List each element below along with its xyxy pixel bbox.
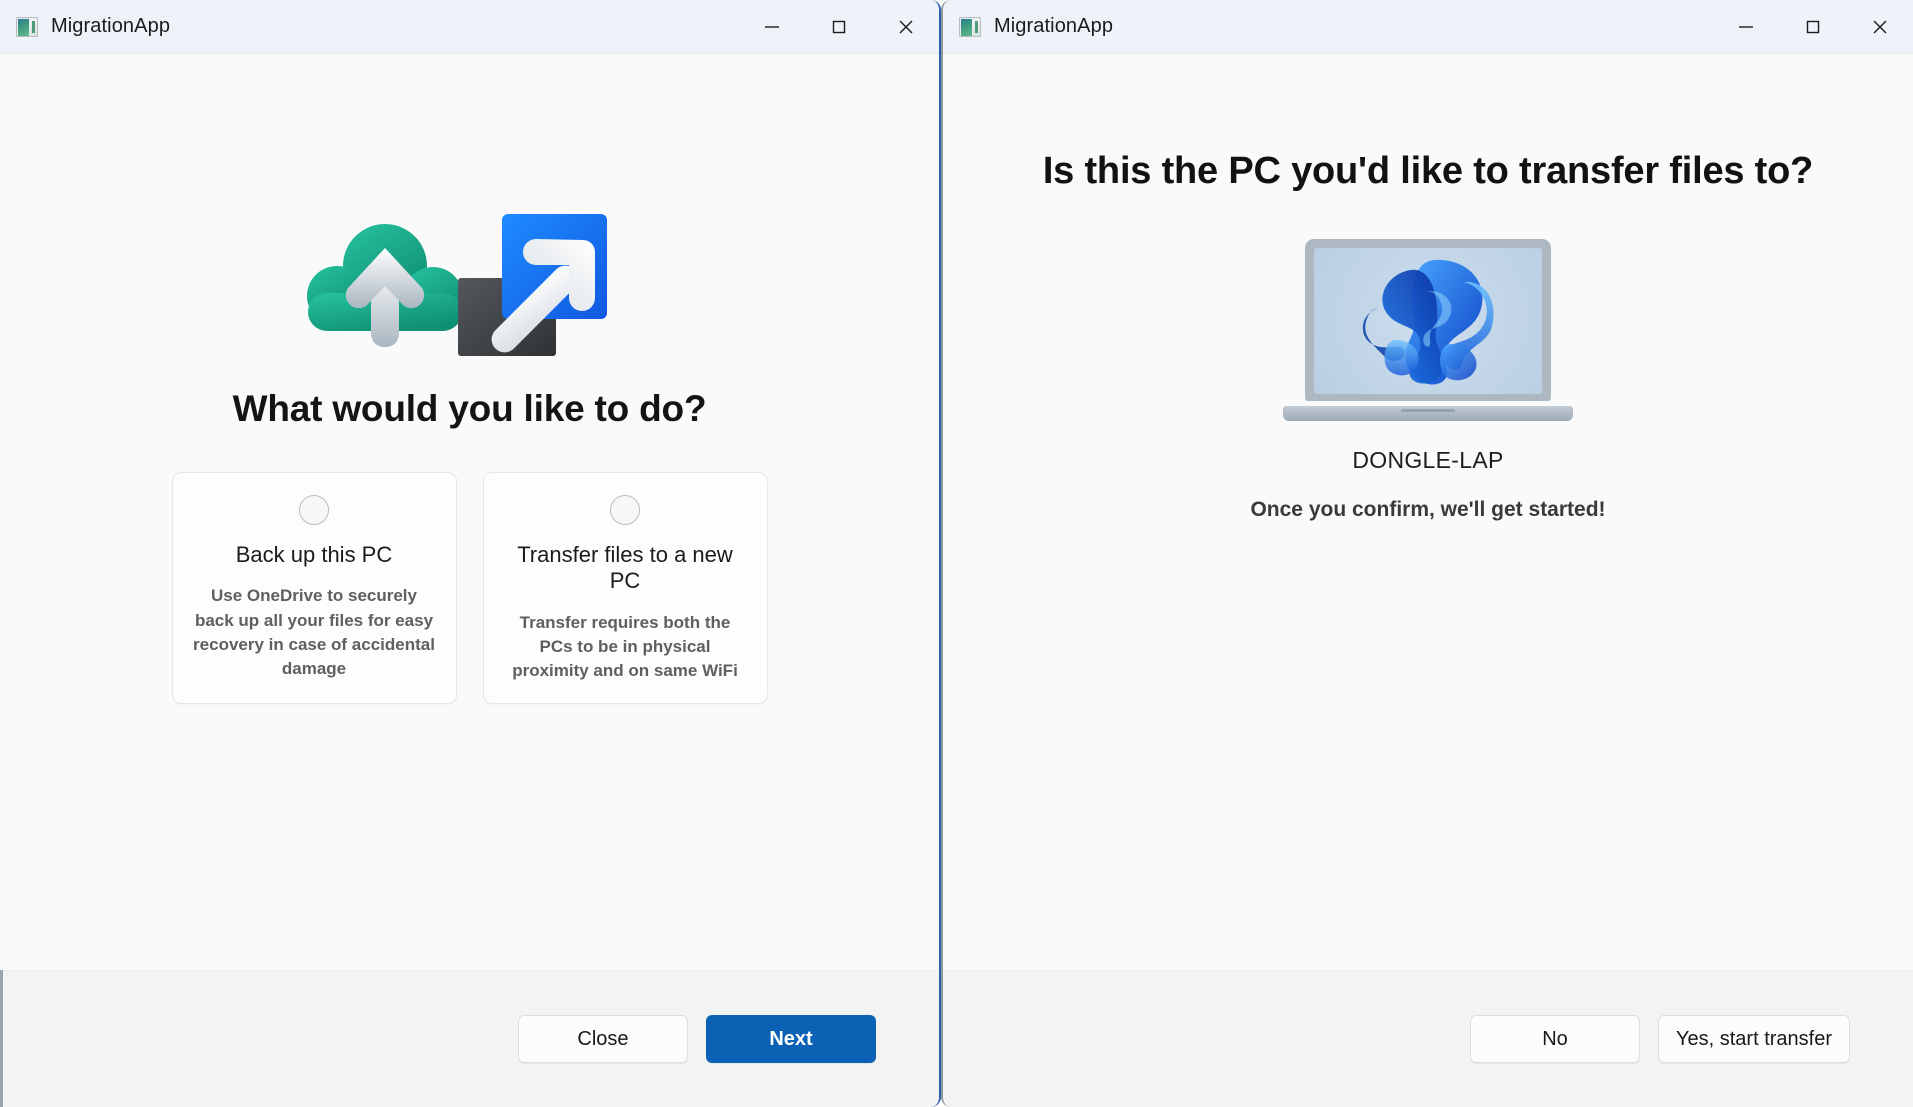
cloud-upload-and-transfer-icon [290, 200, 650, 360]
option-card-backup[interactable]: Back up this PC Use OneDrive to securely… [171, 472, 457, 705]
yes-start-transfer-button[interactable]: Yes, start transfer [1658, 1015, 1850, 1063]
device-subtitle: Once you confirm, we'll get started! [1250, 498, 1606, 521]
laptop-lid [1305, 239, 1551, 401]
option-title-backup: Back up this PC [235, 542, 393, 567]
option-description-backup: Use OneDrive to securely back up all you… [193, 586, 435, 678]
option-cards: Back up this PC Use OneDrive to securely… [171, 472, 768, 705]
window-controls-left [738, 0, 939, 54]
maximize-icon[interactable] [805, 0, 872, 54]
window-title: MigrationApp [994, 15, 1114, 37]
migration-app-window-left: MigrationApp What would you like to do? … [0, 0, 941, 1107]
app-window-icon [16, 16, 38, 37]
page-title: What would you like to do? [232, 388, 707, 429]
laptop-screen [1314, 248, 1542, 394]
next-button[interactable]: Next [706, 1015, 876, 1063]
footer-left: Close Next [0, 970, 939, 1107]
option-title-transfer: Transfer files to a new PC [517, 542, 733, 594]
app-window-icon [959, 16, 981, 37]
titlebar-right[interactable]: MigrationApp [943, 0, 1913, 54]
close-button[interactable]: Close [518, 1015, 688, 1063]
radio-unselected-transfer-icon[interactable] [610, 495, 640, 525]
option-description-transfer: Transfer requires both the PCs to be in … [512, 612, 738, 681]
window-body-right: Is this the PC you'd like to transfer fi… [943, 54, 1913, 970]
close-icon[interactable] [872, 0, 939, 54]
close-icon[interactable] [1846, 0, 1913, 54]
laptop-base [1283, 406, 1573, 421]
radio-unselected-backup-icon[interactable] [299, 495, 329, 525]
window-body-left: What would you like to do? Back up this … [0, 54, 939, 970]
no-button[interactable]: No [1470, 1015, 1640, 1063]
desktop: MigrationApp What would you like to do? … [0, 0, 1913, 1107]
window-title: MigrationApp [51, 15, 171, 37]
device-name: DONGLE-LAP [1352, 447, 1504, 473]
minimize-icon[interactable] [738, 0, 805, 54]
laptop-with-windows-wallpaper [1283, 239, 1573, 421]
maximize-icon[interactable] [1779, 0, 1846, 54]
windows-bloom-wallpaper-icon [1362, 259, 1494, 385]
option-card-transfer[interactable]: Transfer files to a new PC Transfer requ… [482, 472, 768, 705]
titlebar-left[interactable]: MigrationApp [0, 0, 939, 54]
migration-app-window-right: MigrationApp Is this the PC you'd like t… [941, 0, 1913, 1107]
footer-right: No Yes, start transfer [943, 970, 1913, 1107]
page-title: Is this the PC you'd like to transfer fi… [1042, 150, 1814, 192]
minimize-icon[interactable] [1712, 0, 1779, 54]
window-controls-right [1712, 0, 1913, 54]
